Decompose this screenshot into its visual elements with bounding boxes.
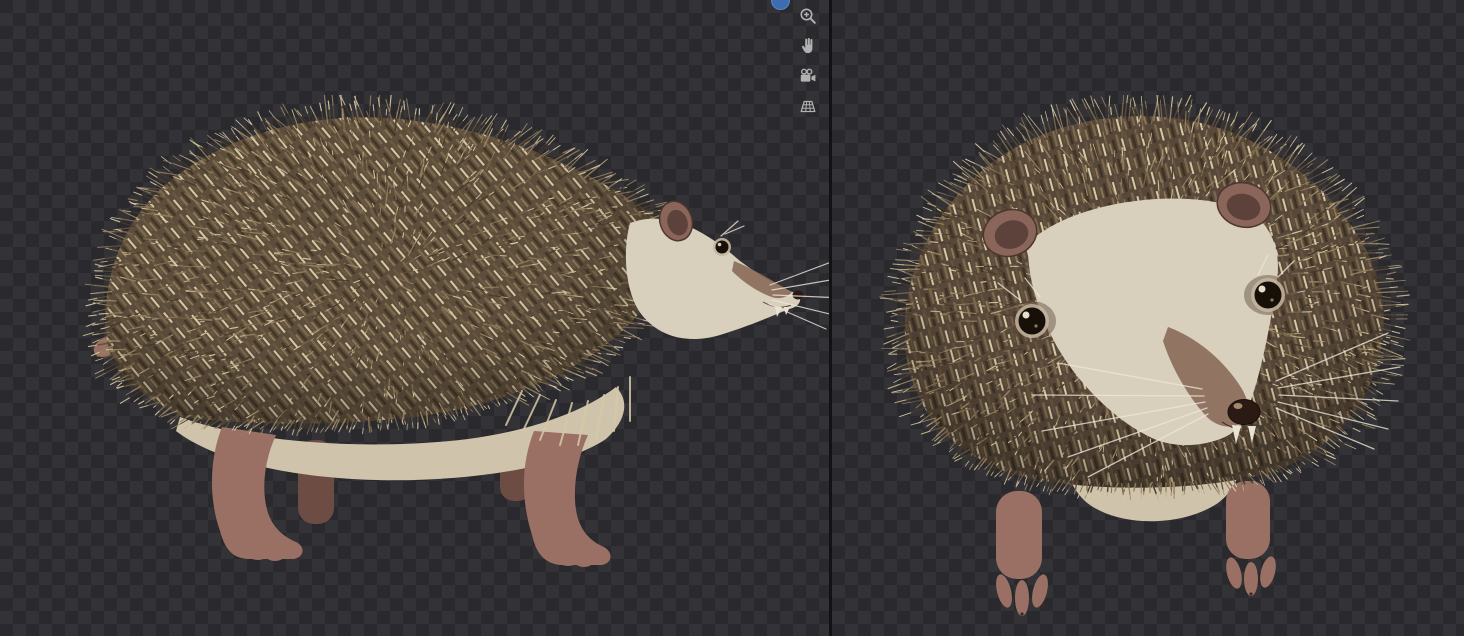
hedgehog-side-model[interactable] <box>70 95 829 595</box>
pan-icon[interactable] <box>798 36 818 56</box>
eye <box>716 241 729 254</box>
front-right-leg <box>1226 481 1270 559</box>
right-eye-glint <box>1270 298 1273 301</box>
perspective-grid-icon[interactable] <box>798 96 818 116</box>
front-right-toes <box>1223 555 1278 596</box>
nose-highlight <box>1234 403 1243 409</box>
hedgehog-side <box>83 95 829 567</box>
nose <box>793 291 804 300</box>
viewport <box>0 0 1464 636</box>
left-eye-highlight <box>1023 312 1030 319</box>
front-leg <box>524 431 611 565</box>
viewport-pane-left[interactable] <box>0 0 829 636</box>
left-eye-glint <box>1034 324 1037 327</box>
front-left-toes <box>993 573 1051 616</box>
front-left-leg <box>996 491 1042 579</box>
viewport-gizmos <box>798 6 818 116</box>
viewport-pane-right[interactable] <box>832 0 1464 636</box>
right-eye-highlight <box>1259 286 1266 293</box>
hedgehog-front <box>880 95 1410 616</box>
right-eye <box>1255 282 1282 309</box>
camera-view-icon[interactable] <box>798 66 818 86</box>
nose <box>1228 400 1260 425</box>
nav-axis-dot[interactable] <box>771 0 790 10</box>
eye-highlight <box>718 243 722 247</box>
face <box>626 219 800 339</box>
zoom-icon[interactable] <box>798 6 818 26</box>
hedgehog-front-model[interactable] <box>870 95 1430 630</box>
left-eye <box>1019 308 1046 335</box>
